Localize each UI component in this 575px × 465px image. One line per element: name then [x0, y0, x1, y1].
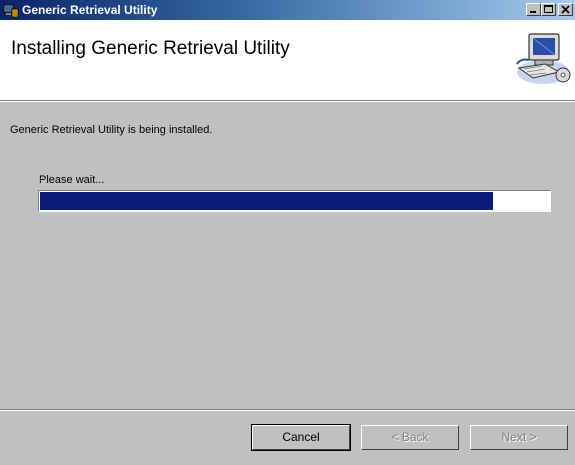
computer-setup-icon	[516, 33, 571, 84]
maximize-button[interactable]	[541, 3, 556, 16]
close-button[interactable]	[558, 3, 573, 16]
title-bar[interactable]: Generic Retrieval Utility	[0, 0, 575, 20]
maximize-icon	[544, 5, 553, 13]
installer-window: Generic Retrieval Utility Installing Gen…	[0, 0, 575, 465]
minimize-button[interactable]	[526, 3, 541, 16]
progress-fill	[40, 192, 493, 210]
window-title: Generic Retrieval Utility	[22, 3, 158, 17]
install-progress-bar	[38, 190, 551, 212]
please-wait-label: Please wait...	[39, 174, 105, 186]
minimize-icon	[530, 11, 536, 13]
close-icon	[561, 5, 570, 14]
header-separator	[0, 100, 575, 102]
next-button[interactable]: Next >	[470, 425, 568, 450]
page-title: Installing Generic Retrieval Utility	[11, 38, 290, 59]
back-button[interactable]: < Back	[361, 425, 459, 450]
installer-app-icon	[3, 4, 19, 18]
install-status-text: Generic Retrieval Utility is being insta…	[10, 124, 213, 136]
footer-separator	[0, 409, 575, 411]
cancel-button[interactable]: Cancel	[251, 424, 351, 451]
header-panel: Installing Generic Retrieval Utility	[0, 20, 575, 100]
